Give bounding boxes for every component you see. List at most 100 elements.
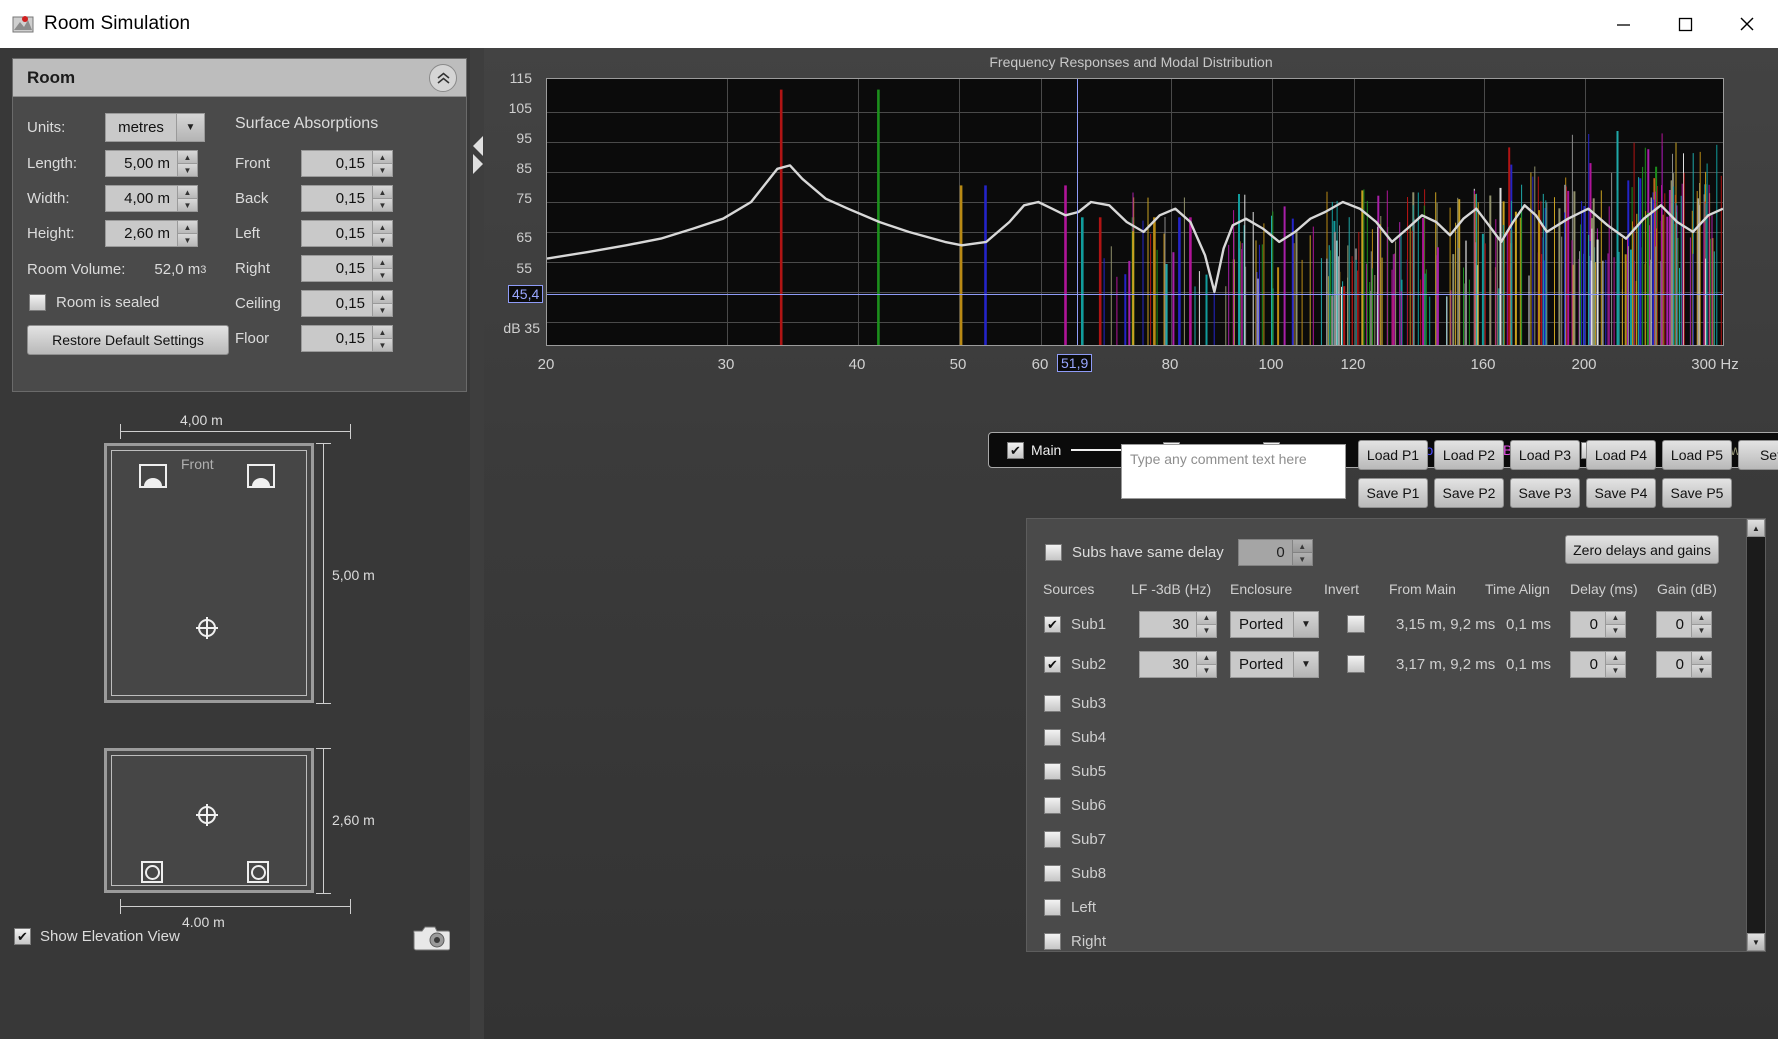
stepper-up-icon[interactable]: ▲ — [1197, 611, 1216, 625]
delay-stepper-sub2[interactable]: 0 ▲ ▼ — [1570, 650, 1626, 678]
stepper-up-icon[interactable]: ▲ — [178, 151, 197, 164]
stepper-down-icon[interactable]: ▼ — [373, 199, 392, 211]
stepper-down-icon[interactable]: ▼ — [1692, 664, 1711, 677]
table-row[interactable]: Sub8 — [1027, 856, 1765, 890]
lf-stepper-sub1[interactable]: 30 ▲ ▼ — [1139, 610, 1217, 638]
restore-default-settings-button[interactable]: Restore Default Settings — [27, 325, 229, 355]
subwoofer-icon[interactable] — [247, 861, 269, 883]
absorption-stepper-ceiling[interactable]: 0,15 ▲ ▼ — [301, 290, 393, 317]
source-checkbox-right[interactable] — [1044, 932, 1061, 950]
source-checkbox-sub3[interactable] — [1044, 694, 1061, 712]
table-row[interactable]: Sub6 — [1027, 788, 1765, 822]
stepper-up-icon[interactable]: ▲ — [373, 221, 392, 234]
mic-position-icon[interactable] — [195, 803, 219, 827]
table-row[interactable]: ✔ Sub2 30 ▲ ▼ Ported ▼ 3,17 m, 9,2 ms 0,1… — [1027, 647, 1765, 681]
save-p5-button[interactable]: Save P5 — [1662, 478, 1732, 508]
enclosure-select-sub1[interactable]: Ported ▼ — [1230, 610, 1319, 638]
stepper-down-icon[interactable]: ▼ — [178, 199, 197, 211]
chevron-double-up-icon[interactable] — [429, 64, 457, 92]
absorption-stepper-right[interactable]: 0,15 ▲ ▼ — [301, 255, 393, 282]
height-stepper[interactable]: 2,60 m ▲ ▼ — [105, 220, 198, 247]
lf-stepper-sub2[interactable]: 30 ▲ ▼ — [1139, 650, 1217, 678]
invert-checkbox-sub1[interactable] — [1347, 615, 1365, 633]
source-checkbox-sub2[interactable]: ✔ — [1044, 655, 1061, 673]
enclosure-select-sub2[interactable]: Ported ▼ — [1230, 650, 1319, 678]
stepper-down-icon[interactable]: ▼ — [373, 164, 392, 176]
units-select[interactable]: metres ▼ — [105, 113, 205, 142]
stepper-up-icon[interactable]: ▲ — [178, 186, 197, 199]
legend-item-main[interactable]: ✔ Main — [1007, 441, 1130, 459]
invert-checkbox-sub2[interactable] — [1347, 655, 1365, 673]
cursor-y-readout[interactable]: 45,4 — [508, 285, 544, 303]
gain-stepper-sub2[interactable]: 0 ▲ ▼ — [1656, 650, 1712, 678]
stepper-down-icon[interactable]: ▼ — [373, 304, 392, 316]
source-checkbox-sub4[interactable] — [1044, 728, 1061, 746]
table-row[interactable]: Sub7 — [1027, 822, 1765, 856]
table-row[interactable]: Sub3 — [1027, 686, 1765, 720]
stepper-up-icon[interactable]: ▲ — [178, 221, 197, 234]
length-stepper[interactable]: 5,00 m ▲ ▼ — [105, 150, 198, 177]
comment-input[interactable]: Type any comment text here — [1121, 444, 1346, 499]
subwoofer-icon[interactable] — [141, 861, 163, 883]
stepper-up-icon[interactable]: ▲ — [1606, 651, 1625, 665]
mic-position-icon[interactable] — [195, 616, 219, 640]
scroll-up-icon[interactable]: ▲ — [1747, 519, 1765, 537]
speaker-icon[interactable] — [247, 464, 275, 488]
subs-same-delay-stepper[interactable]: 0 ▲ ▼ — [1237, 539, 1313, 566]
table-row[interactable]: ✔ Sub1 30 ▲ ▼ Ported ▼ 3,15 m, 9,2 ms 0,1… — [1027, 607, 1765, 641]
stepper-down-icon[interactable]: ▼ — [1606, 664, 1625, 677]
load-p5-button[interactable]: Load P5 — [1662, 440, 1732, 470]
width-stepper[interactable]: 4,00 m ▲ ▼ — [105, 185, 198, 212]
close-icon[interactable] — [1716, 0, 1778, 48]
save-p3-button[interactable]: Save P3 — [1510, 478, 1580, 508]
gain-stepper-sub1[interactable]: 0 ▲ ▼ — [1656, 610, 1712, 638]
delay-stepper-sub1[interactable]: 0 ▲ ▼ — [1570, 610, 1626, 638]
source-checkbox-sub1[interactable]: ✔ — [1044, 615, 1061, 633]
plan-room-rect[interactable]: Front — [104, 443, 314, 703]
source-checkbox-sub5[interactable] — [1044, 762, 1061, 780]
minimize-icon[interactable] — [1592, 0, 1654, 48]
source-checkbox-left[interactable] — [1044, 898, 1061, 916]
set-reference-button[interactable]: Set reference — [1738, 440, 1778, 470]
absorption-stepper-front[interactable]: 0,15 ▲ ▼ — [301, 150, 393, 177]
stepper-up-icon[interactable]: ▲ — [373, 256, 392, 269]
source-checkbox-sub6[interactable] — [1044, 796, 1061, 814]
show-elevation-row[interactable]: ✔ Show Elevation View — [14, 928, 180, 945]
absorption-stepper-left[interactable]: 0,15 ▲ ▼ — [301, 220, 393, 247]
save-p4-button[interactable]: Save P4 — [1586, 478, 1656, 508]
save-p1-button[interactable]: Save P1 — [1358, 478, 1428, 508]
legend-checkbox-main[interactable]: ✔ — [1007, 441, 1024, 459]
stepper-up-icon[interactable]: ▲ — [1692, 611, 1711, 625]
table-row[interactable]: Sub4 — [1027, 720, 1765, 754]
stepper-down-icon[interactable]: ▼ — [1692, 624, 1711, 637]
cursor-x-readout[interactable]: 51,9 — [1057, 354, 1093, 372]
table-row[interactable]: Right — [1027, 924, 1765, 958]
absorption-stepper-back[interactable]: 0,15 ▲ ▼ — [301, 185, 393, 212]
source-checkbox-sub8[interactable] — [1044, 864, 1061, 882]
stepper-down-icon[interactable]: ▼ — [1292, 553, 1312, 565]
stepper-down-icon[interactable]: ▼ — [178, 164, 197, 176]
camera-icon[interactable] — [412, 923, 451, 951]
subs-same-delay-row[interactable]: Subs have same delay 0 ▲ ▼ — [1045, 539, 1313, 566]
room-sealed-checkbox[interactable] — [29, 294, 46, 311]
table-row[interactable]: Sub5 — [1027, 754, 1765, 788]
show-elevation-checkbox[interactable]: ✔ — [14, 928, 31, 945]
subs-same-delay-checkbox[interactable] — [1045, 544, 1062, 561]
absorption-stepper-floor[interactable]: 0,15 ▲ ▼ — [301, 325, 393, 352]
save-p2-button[interactable]: Save P2 — [1434, 478, 1504, 508]
stepper-up-icon[interactable]: ▲ — [1606, 611, 1625, 625]
load-p1-button[interactable]: Load P1 — [1358, 440, 1428, 470]
stepper-up-icon[interactable]: ▲ — [373, 186, 392, 199]
scroll-down-icon[interactable]: ▼ — [1747, 933, 1765, 951]
cursor-vertical-line[interactable] — [1077, 79, 1078, 345]
stepper-up-icon[interactable]: ▲ — [1292, 540, 1312, 553]
stepper-down-icon[interactable]: ▼ — [373, 269, 392, 281]
table-row[interactable]: Left — [1027, 890, 1765, 924]
stepper-down-icon[interactable]: ▼ — [1606, 624, 1625, 637]
stepper-up-icon[interactable]: ▲ — [373, 151, 392, 164]
stepper-down-icon[interactable]: ▼ — [178, 234, 197, 246]
stepper-down-icon[interactable]: ▼ — [1197, 664, 1216, 677]
sources-scrollbar[interactable]: ▲ ▼ — [1746, 518, 1766, 952]
load-p2-button[interactable]: Load P2 — [1434, 440, 1504, 470]
source-checkbox-sub7[interactable] — [1044, 830, 1061, 848]
